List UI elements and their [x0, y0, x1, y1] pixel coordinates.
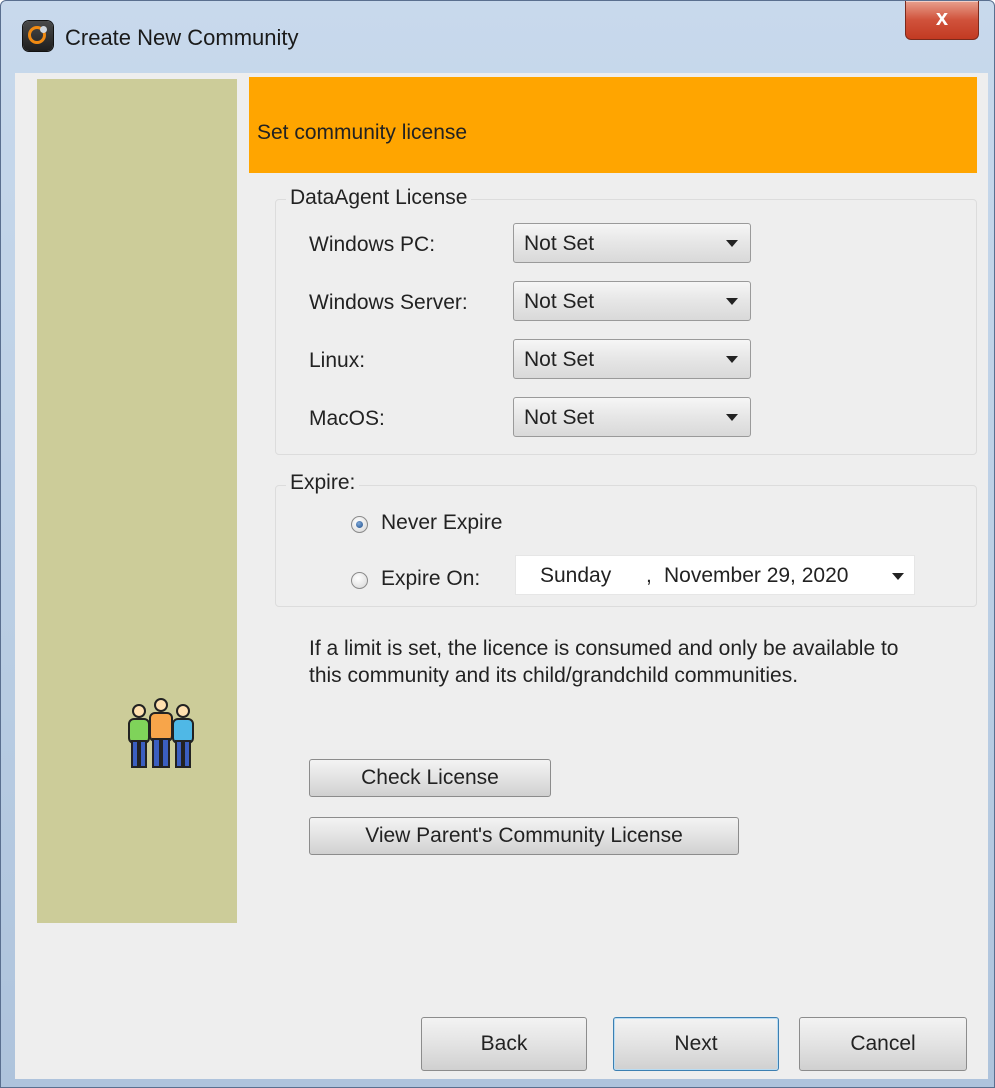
linux-label: Linux: — [309, 349, 366, 372]
expire-group-legend: Expire: — [286, 471, 360, 495]
step-title: Set community license — [257, 121, 468, 144]
date-weekday: Sunday — [540, 564, 612, 587]
chevron-down-icon — [892, 573, 904, 580]
never-expire-radio[interactable] — [351, 516, 368, 533]
license-group-legend: DataAgent License — [286, 186, 472, 210]
side-panel — [37, 79, 237, 923]
dialog-window: Create New Community x Set community lic… — [0, 0, 995, 1088]
chevron-down-icon — [726, 298, 738, 305]
macos-select[interactable]: Not Set — [513, 397, 751, 437]
view-parent-license-button[interactable]: View Parent's Community License — [309, 817, 739, 855]
linux-select[interactable]: Not Set — [513, 339, 751, 379]
macos-label: MacOS: — [309, 407, 385, 430]
windows-pc-label: Windows PC: — [309, 233, 436, 256]
windows-server-label: Windows Server: — [309, 291, 468, 314]
chevron-down-icon — [726, 240, 738, 247]
chevron-down-icon — [726, 414, 738, 421]
license-info-text: If a limit is set, the licence is consum… — [309, 637, 899, 687]
close-button[interactable]: x — [905, 1, 979, 40]
title-bar: Create New Community x — [1, 1, 994, 77]
dialog-body: Set community license DataAgent License … — [15, 73, 988, 1079]
windows-server-select[interactable]: Not Set — [513, 281, 751, 321]
expire-on-label[interactable]: Expire On: — [381, 567, 480, 591]
window-title: Create New Community — [65, 25, 299, 50]
cancel-button[interactable]: Cancel — [799, 1017, 967, 1071]
chevron-down-icon — [726, 356, 738, 363]
app-logo-icon — [23, 21, 53, 51]
back-button[interactable]: Back — [421, 1017, 587, 1071]
next-button[interactable]: Next — [613, 1017, 779, 1071]
community-people-icon — [128, 698, 194, 768]
never-expire-label[interactable]: Never Expire — [381, 511, 502, 535]
windows-pc-select[interactable]: Not Set — [513, 223, 751, 263]
expire-date-picker[interactable]: Sunday , November 29, 2020 — [515, 555, 915, 595]
expire-on-radio[interactable] — [351, 572, 368, 589]
close-icon: x — [935, 5, 949, 30]
check-license-button[interactable]: Check License — [309, 759, 551, 797]
date-value: November 29, 2020 — [664, 564, 849, 587]
step-header-banner: Set community license — [249, 77, 977, 173]
date-separator: , — [646, 564, 652, 587]
